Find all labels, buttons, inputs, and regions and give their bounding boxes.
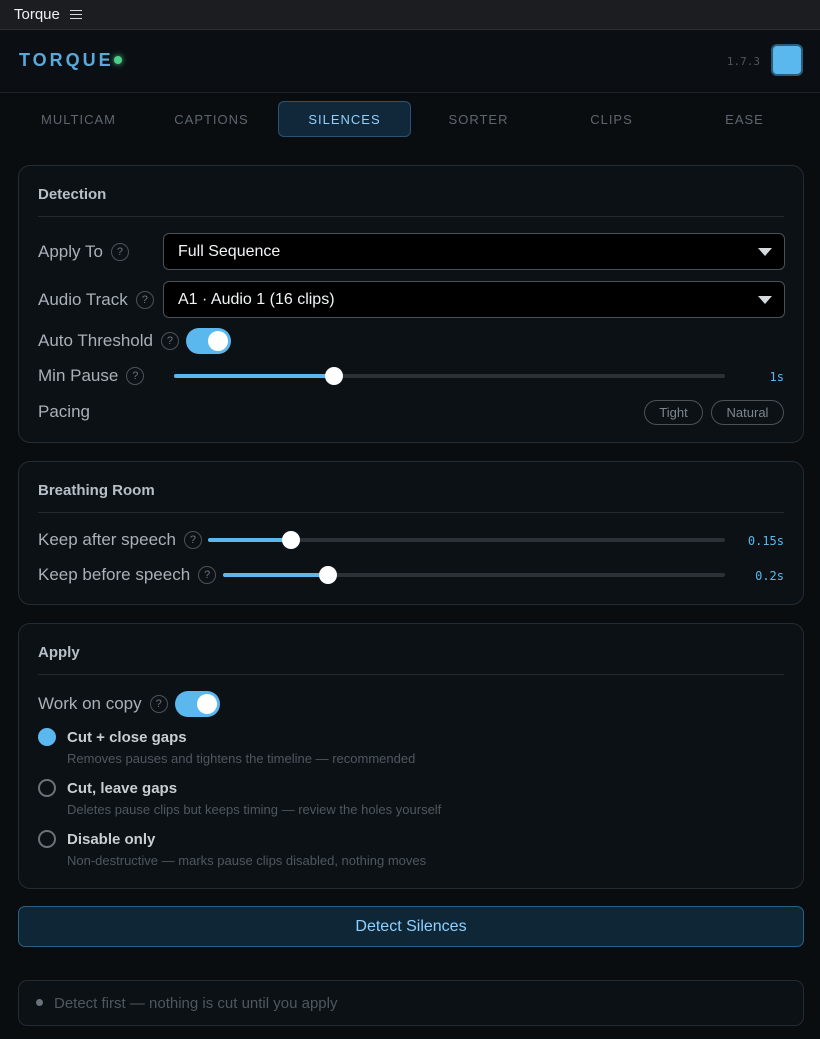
pacing-tight-button[interactable]: Tight bbox=[644, 400, 703, 425]
auto-threshold-toggle[interactable] bbox=[186, 328, 231, 354]
apply-to-select[interactable]: Full Sequence bbox=[163, 233, 785, 270]
tab-clips[interactable]: CLIPS bbox=[545, 101, 678, 137]
mode-title: Disable only bbox=[67, 831, 156, 848]
version-label: 1.7.3 bbox=[726, 55, 760, 68]
panel-header: TORQUE 1.7.3 bbox=[0, 30, 820, 93]
app-title: Torque bbox=[14, 6, 60, 23]
mode-cut-close-gaps[interactable]: Cut + close gaps Removes pauses and tigh… bbox=[38, 728, 778, 768]
audio-track-value: A1 · Audio 1 (16 clips) bbox=[178, 290, 335, 308]
radio-button[interactable] bbox=[38, 779, 56, 797]
divider bbox=[38, 674, 784, 675]
keep-after-slider[interactable] bbox=[208, 530, 725, 550]
detection-title: Detection bbox=[38, 186, 107, 203]
min-pause-value: 1s bbox=[769, 370, 784, 384]
keep-after-value: 0.15s bbox=[747, 534, 784, 548]
help-icon[interactable]: ? bbox=[183, 531, 202, 549]
chevron-down-icon bbox=[758, 248, 772, 256]
keep-after-label: Keep after speech ? bbox=[38, 530, 202, 550]
help-icon[interactable]: ? bbox=[110, 243, 129, 261]
keep-before-label: Keep before speech ? bbox=[38, 565, 217, 585]
apply-to-label: Apply To ? bbox=[38, 242, 129, 262]
audio-track-select[interactable]: A1 · Audio 1 (16 clips) bbox=[163, 281, 785, 318]
keep-after-text: Keep after speech bbox=[38, 530, 176, 549]
mode-description: Removes pauses and tightens the timeline… bbox=[67, 751, 416, 766]
pacing-label: Pacing bbox=[38, 402, 90, 422]
min-pause-slider[interactable] bbox=[174, 366, 725, 386]
apply-to-text: Apply To bbox=[38, 242, 103, 261]
mode-disable-only[interactable]: Disable only Non-destructive — marks pau… bbox=[38, 830, 778, 870]
mode-description: Deletes pause clips but keeps timing — r… bbox=[67, 802, 442, 817]
breathing-room-title: Breathing Room bbox=[38, 482, 155, 499]
mode-cut-leave-gaps[interactable]: Cut, leave gaps Deletes pause clips but … bbox=[38, 779, 778, 819]
slider-thumb[interactable] bbox=[281, 531, 300, 549]
slider-fill bbox=[208, 538, 291, 542]
help-icon[interactable]: ? bbox=[126, 367, 145, 385]
mode-title: Cut, leave gaps bbox=[67, 780, 178, 797]
tab-sorter[interactable]: SORTER bbox=[412, 101, 545, 137]
hamburger-icon[interactable] bbox=[69, 9, 82, 20]
slider-thumb[interactable] bbox=[319, 566, 338, 584]
status-text: Detect first — nothing is cut until you … bbox=[54, 995, 338, 1012]
tab-captions[interactable]: CAPTIONS bbox=[145, 101, 278, 137]
apply-title: Apply bbox=[38, 644, 80, 661]
min-pause-label: Min Pause ? bbox=[38, 366, 145, 386]
work-on-copy-text: Work on copy bbox=[38, 694, 142, 713]
pacing-text: Pacing bbox=[38, 402, 90, 421]
help-icon[interactable]: ? bbox=[160, 332, 179, 350]
slider-fill bbox=[223, 573, 329, 577]
audio-track-label: Audio Track ? bbox=[38, 290, 154, 310]
keep-before-value: 0.2s bbox=[755, 569, 784, 583]
apply-card: Apply Work on copy ? Cut + close gaps Re… bbox=[18, 623, 804, 889]
brand-logo: TORQUE bbox=[19, 50, 114, 70]
tab-multicam[interactable]: MULTICAM bbox=[12, 101, 145, 137]
help-icon[interactable]: ? bbox=[149, 695, 168, 713]
radio-button[interactable] bbox=[38, 830, 56, 848]
help-icon[interactable]: ? bbox=[135, 291, 154, 309]
apply-to-value: Full Sequence bbox=[178, 242, 281, 260]
keep-before-text: Keep before speech bbox=[38, 565, 191, 584]
work-on-copy-toggle[interactable] bbox=[175, 691, 220, 717]
pacing-natural-button[interactable]: Natural bbox=[711, 400, 784, 425]
help-icon[interactable]: ? bbox=[198, 566, 217, 584]
chevron-down-icon bbox=[758, 296, 772, 304]
auto-threshold-text: Auto Threshold bbox=[38, 331, 153, 350]
min-pause-text: Min Pause bbox=[38, 366, 119, 385]
auto-threshold-label: Auto Threshold ? bbox=[38, 331, 179, 351]
detect-silences-button[interactable]: Detect Silences bbox=[18, 906, 804, 947]
tab-silences[interactable]: SILENCES bbox=[278, 101, 411, 137]
status-dot bbox=[36, 999, 43, 1006]
mode-description: Non-destructive — marks pause clips disa… bbox=[67, 853, 427, 868]
slider-fill bbox=[174, 374, 334, 378]
keep-before-slider[interactable] bbox=[223, 565, 725, 585]
detection-card: Detection Apply To ? Full Sequence Audio… bbox=[18, 165, 804, 443]
toggle-knob bbox=[208, 331, 228, 351]
work-on-copy-label: Work on copy ? bbox=[38, 694, 168, 714]
radio-button-checked[interactable] bbox=[38, 728, 56, 746]
status-bar: Detect first — nothing is cut until you … bbox=[18, 980, 804, 1026]
title-bar: Torque bbox=[0, 0, 820, 30]
color-swatch-button[interactable] bbox=[771, 44, 803, 76]
slider-thumb[interactable] bbox=[324, 367, 343, 385]
divider bbox=[38, 512, 784, 513]
connection-status-dot bbox=[114, 56, 122, 64]
audio-track-text: Audio Track bbox=[38, 290, 128, 309]
mode-title: Cut + close gaps bbox=[67, 729, 187, 746]
toggle-knob bbox=[197, 694, 217, 714]
divider bbox=[38, 216, 784, 217]
tab-ease[interactable]: EASE bbox=[678, 101, 811, 137]
breathing-room-card: Breathing Room Keep after speech ? 0.15s… bbox=[18, 461, 804, 605]
tab-bar: MULTICAM CAPTIONS SILENCES SORTER CLIPS … bbox=[12, 101, 808, 139]
